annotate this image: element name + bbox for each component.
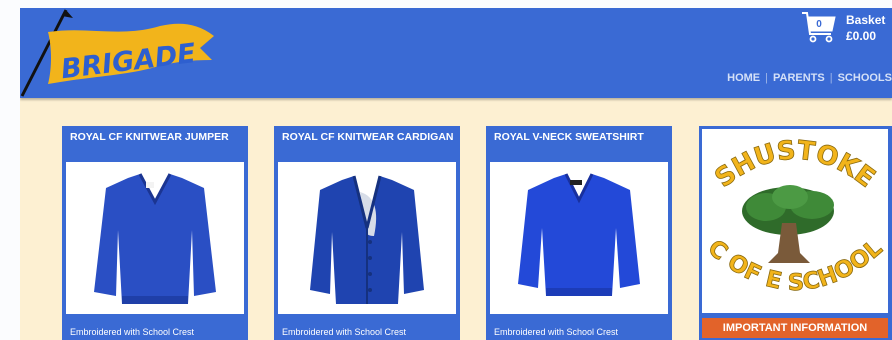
- brigade-logo[interactable]: BRIGADE: [20, 8, 230, 98]
- school-panel: SHUSTOKE C OF E SCHOOL IMPORTANT INFORMA…: [699, 126, 892, 340]
- product-description: Embroidered with School Crest: [282, 327, 407, 337]
- nav-schools[interactable]: SCHOOLS: [838, 72, 892, 84]
- nav-home[interactable]: HOME: [727, 72, 760, 84]
- product-title[interactable]: ROYAL V-NECK SWEATSHIRT: [494, 132, 666, 143]
- product-card-cardigan[interactable]: ROYAL CF KNITWEAR CARDIGAN Embroidered w…: [274, 126, 460, 340]
- nav-separator: |: [829, 72, 833, 84]
- basket-count: 0: [816, 19, 822, 30]
- cardigan-image[interactable]: [278, 162, 456, 314]
- basket-link[interactable]: 0 Basket £0.00: [800, 10, 892, 48]
- product-title[interactable]: ROYAL CF KNITWEAR CARDIGAN: [282, 132, 454, 143]
- main-nav: HOME | PARENTS | SCHOOLS: [727, 72, 892, 84]
- product-card-jumper[interactable]: ROYAL CF KNITWEAR JUMPER Embroidered wit…: [62, 126, 248, 340]
- product-description: Embroidered with School Crest: [494, 327, 619, 337]
- page: BRIGADE 0 Basket £0.00 HOME | PARENTS | SCHO…: [20, 8, 892, 340]
- school-crest-image[interactable]: SHUSTOKE C OF E SCHOOL: [702, 129, 888, 313]
- site-header: BRIGADE 0 Basket £0.00 HOME | PARENTS | SCHO…: [20, 8, 892, 98]
- basket-label: Basket: [846, 13, 886, 27]
- nav-parents[interactable]: PARENTS: [773, 72, 825, 84]
- jumper-image[interactable]: [66, 162, 244, 314]
- basket-total: £0.00: [846, 29, 877, 43]
- product-card-sweatshirt[interactable]: ROYAL V-NECK SWEATSHIRT Embroidered with…: [486, 126, 672, 340]
- nav-separator: |: [765, 72, 768, 84]
- product-title[interactable]: ROYAL CF KNITWEAR JUMPER: [70, 132, 242, 143]
- svg-text:SHUSTOKE: SHUSTOKE: [710, 136, 881, 194]
- product-description: Embroidered with School Crest: [70, 327, 195, 337]
- sweatshirt-image[interactable]: [490, 162, 668, 314]
- crest-top-text: SHUSTOKE: [709, 135, 881, 194]
- important-information-button[interactable]: IMPORTANT INFORMATION: [702, 318, 888, 338]
